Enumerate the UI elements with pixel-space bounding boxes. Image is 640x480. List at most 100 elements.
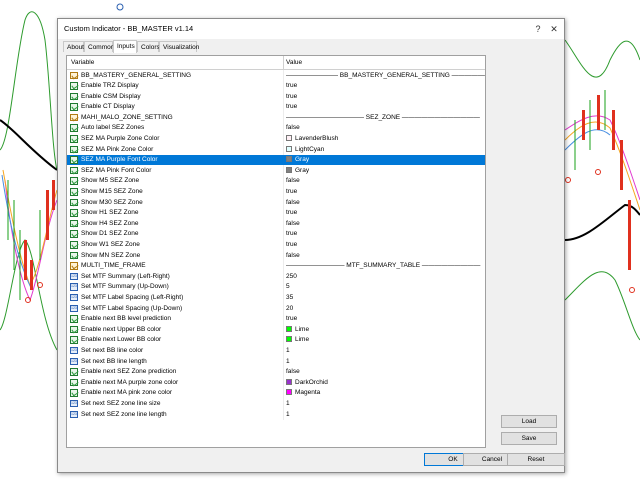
value-cell[interactable]: true xyxy=(286,82,297,89)
value-cell[interactable]: 1 xyxy=(286,358,290,365)
value-cell[interactable]: false xyxy=(286,124,300,131)
table-row[interactable]: Show M30 SEZ Zone false xyxy=(67,197,485,208)
value-cell[interactable]: 35 xyxy=(286,294,293,301)
load-button[interactable]: Load xyxy=(501,415,557,428)
table-row[interactable]: Show M15 SEZ Zone true xyxy=(67,186,485,198)
column-divider[interactable] xyxy=(283,56,284,69)
value-cell[interactable]: true xyxy=(286,103,297,110)
tab-visualization[interactable]: Visualization xyxy=(159,41,199,52)
value-text: true xyxy=(286,241,298,248)
row-divider xyxy=(283,313,284,325)
value-cell[interactable]: true xyxy=(286,209,297,216)
table-row[interactable]: Set next SEZ zone line length 1 xyxy=(67,409,485,420)
help-icon[interactable]: ? xyxy=(532,23,544,35)
value-cell[interactable]: Gray xyxy=(286,166,309,174)
column-header-value[interactable]: Value xyxy=(286,59,302,66)
table-row[interactable]: Enable next Upper BB color Lime xyxy=(67,324,485,335)
table-row[interactable]: Show H4 SEZ Zone false xyxy=(67,218,485,229)
row-divider xyxy=(283,292,284,304)
table-row[interactable]: Enable CSM Display true xyxy=(67,91,485,102)
tab-about[interactable]: About xyxy=(63,41,84,52)
color-swatch xyxy=(286,389,292,396)
variable-name: Show W1 SEZ Zone xyxy=(81,241,140,248)
tab-colors[interactable]: Colors xyxy=(137,41,160,52)
table-row[interactable]: Set next SEZ zone line size 1 xyxy=(67,398,485,409)
table-row[interactable]: Set next BB line color 1 xyxy=(67,345,485,357)
value-cell[interactable]: 1 xyxy=(286,347,290,354)
value-cell[interactable]: Lime xyxy=(286,325,309,333)
table-row[interactable]: Set MTF Summary (Left-Right) 250 xyxy=(67,271,485,282)
table-row[interactable]: Enable next BB level prediction true xyxy=(67,313,485,325)
save-button[interactable]: Save xyxy=(501,432,557,445)
table-row[interactable]: SEZ MA Purple Zone Color LavenderBlush xyxy=(67,133,485,145)
table-row[interactable]: Auto label SEZ Zones false xyxy=(67,122,485,134)
column-header-variable[interactable]: Variable xyxy=(71,59,94,66)
value-cell[interactable]: true xyxy=(286,230,297,237)
title-bar[interactable]: Custom Indicator - BB_MASTER v1.14 ? ✕ xyxy=(58,19,564,39)
tab-common[interactable]: Common xyxy=(84,41,114,52)
value-cell[interactable]: false xyxy=(286,199,300,206)
table-row[interactable]: Enable TRZ Display true xyxy=(67,80,485,92)
value-cell[interactable]: 5 xyxy=(286,283,290,290)
variable-name: Show H1 SEZ Zone xyxy=(81,209,139,217)
value-cell[interactable]: ————————— MTF_SUMMARY_TABLE ————————— xyxy=(286,262,480,269)
row-divider xyxy=(283,250,284,261)
table-row[interactable]: Set MTF Label Spacing (Up-Down) 20 xyxy=(67,303,485,314)
variable-name: Show M5 SEZ Zone xyxy=(81,177,140,185)
row-divider xyxy=(283,409,284,420)
table-row[interactable]: Enable next Lower BB color Lime xyxy=(67,334,485,346)
value-cell[interactable]: LavenderBlush xyxy=(286,135,338,142)
table-row[interactable]: Set MTF Summary (Up-Down) 5 xyxy=(67,281,485,293)
value-cell[interactable]: false xyxy=(286,252,300,259)
bool-type-icon xyxy=(70,368,78,376)
value-cell[interactable]: DarkOrchid xyxy=(286,378,328,386)
variable-name: Show H4 SEZ Zone xyxy=(81,219,139,227)
table-row[interactable]: MAHI_MALO_ZONE_SETTING ———————————— SEZ_Z… xyxy=(67,112,485,123)
table-row[interactable]: SEZ MA Pink Font Color Gray xyxy=(67,165,485,176)
value-cell[interactable]: ———————————— SEZ_ZONE ———————————— xyxy=(286,114,480,121)
value-cell[interactable]: Magenta xyxy=(286,389,320,396)
bool-type-icon xyxy=(70,156,78,164)
bool-type-icon xyxy=(70,166,78,175)
bool-type-icon xyxy=(70,198,78,207)
close-icon[interactable]: ✕ xyxy=(548,23,560,35)
table-row[interactable]: Enable next SEZ Zone prediction false xyxy=(67,366,485,378)
table-row[interactable]: Enable next MA pink zone color Magenta xyxy=(67,387,485,399)
table-row[interactable]: Show H1 SEZ Zone true xyxy=(67,207,485,219)
value-cell[interactable]: LightCyan xyxy=(286,145,324,153)
value-text: true xyxy=(286,82,298,90)
tab-inputs[interactable]: Inputs xyxy=(113,40,137,53)
value-cell[interactable]: Gray xyxy=(286,156,309,163)
value-cell[interactable]: true xyxy=(286,93,297,100)
value-cell[interactable]: true xyxy=(286,241,297,248)
value-cell[interactable]: true xyxy=(286,315,297,322)
reset-button[interactable]: Reset xyxy=(507,453,565,466)
table-row[interactable]: Show M5 SEZ Zone false xyxy=(67,175,485,187)
table-row[interactable]: BB_MASTERY_GENERAL_SETTING ———————— BB_MA… xyxy=(67,70,485,81)
value-cell[interactable]: ———————— BB_MASTERY_GENERAL_SETTING ————… xyxy=(286,72,485,79)
table-row[interactable]: Set next BB line length 1 xyxy=(67,356,485,367)
value-cell[interactable]: 1 xyxy=(286,411,290,418)
table-row[interactable]: Enable next MA purple zone color DarkOrch… xyxy=(67,377,485,388)
value-cell[interactable]: true xyxy=(286,188,297,195)
table-body: BB_MASTERY_GENERAL_SETTING ———————— BB_MA… xyxy=(67,70,485,420)
value-text: 1 xyxy=(286,410,290,418)
bool-type-icon xyxy=(70,92,78,101)
table-row[interactable]: Enable CT Display true xyxy=(67,101,485,113)
table-row[interactable]: Show W1 SEZ Zone true xyxy=(67,239,485,251)
table-row[interactable]: MULTI_TIME_FRAME ————————— MTF_SUMMARY_TA… xyxy=(67,260,485,272)
table-row[interactable]: SEZ MA Purple Font Color Gray xyxy=(67,154,485,166)
value-cell[interactable]: false xyxy=(286,220,300,227)
value-cell[interactable]: false xyxy=(286,177,300,184)
table-row[interactable]: Show MN SEZ Zone false xyxy=(67,250,485,261)
table-row[interactable]: Set MTF Label Spacing (Left-Right) 35 xyxy=(67,292,485,304)
table-row[interactable]: Show D1 SEZ Zone true xyxy=(67,228,485,240)
row-divider xyxy=(283,70,284,81)
value-cell[interactable]: 250 xyxy=(286,273,297,280)
value-cell[interactable]: Lime xyxy=(286,336,309,343)
value-cell[interactable]: 1 xyxy=(286,400,290,407)
inputs-table: Variable Value BB_MASTERY_GENERAL_SETTIN… xyxy=(66,55,486,448)
value-cell[interactable]: false xyxy=(286,368,300,375)
value-cell[interactable]: 20 xyxy=(286,305,293,312)
table-row[interactable]: SEZ MA Pink Zone Color LightCyan xyxy=(67,144,485,155)
